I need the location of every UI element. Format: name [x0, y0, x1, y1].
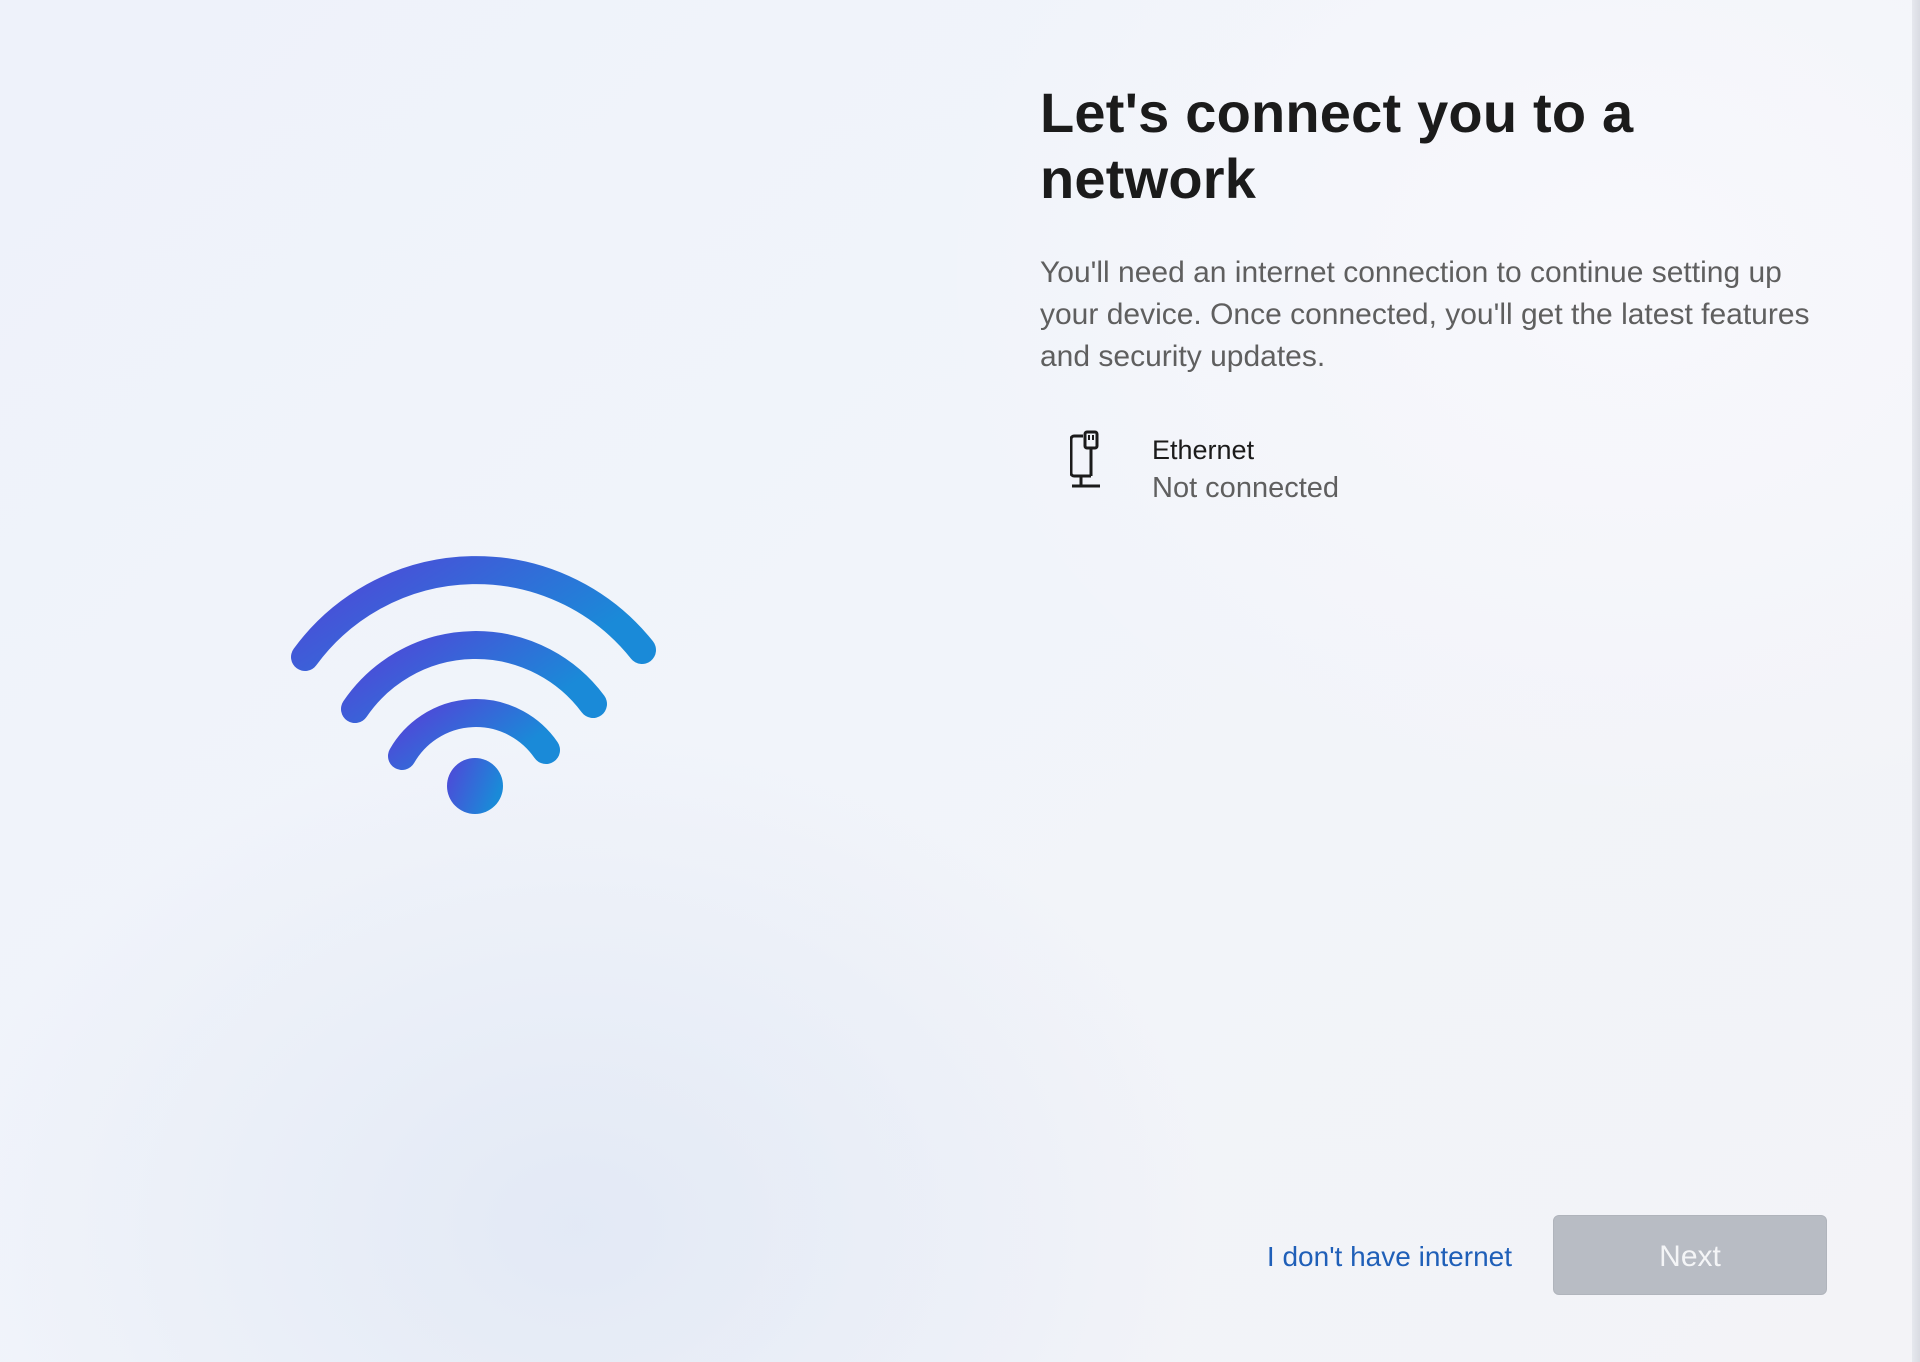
network-name: Ethernet	[1152, 435, 1255, 465]
page-title: Let's connect you to a network	[1040, 81, 1634, 210]
network-status: Not connected	[1152, 472, 1340, 504]
ethernet-monitor-icon	[1070, 430, 1100, 488]
network-item-ethernet[interactable]: Ethernet Not connected	[1070, 420, 1490, 520]
page-description: You'll need an internet connection to co…	[1040, 256, 1810, 373]
window-edge	[1912, 0, 1920, 1362]
network-info: Ethernet Not connected	[1152, 420, 1339, 508]
next-button[interactable]: Next	[1553, 1215, 1827, 1295]
no-internet-link[interactable]: I don't have internet	[1232, 1235, 1512, 1279]
wifi-icon	[291, 556, 656, 814]
oobe-network-window: Let's connect you to a network You'll ne…	[0, 0, 1912, 1362]
